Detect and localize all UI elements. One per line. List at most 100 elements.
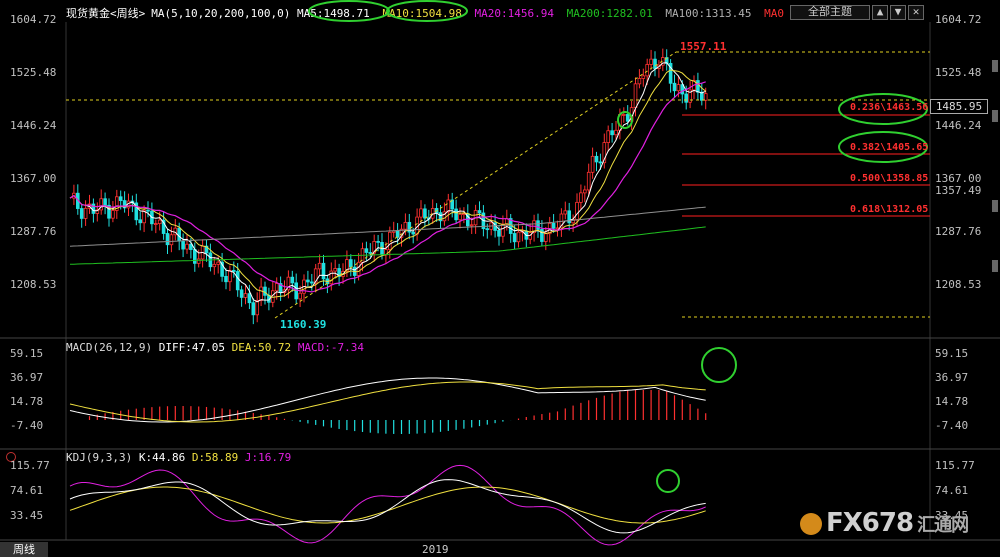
candle-body: [606, 130, 610, 144]
macd-axis-label: 59.15: [10, 347, 44, 360]
macd-axis-label: -7.40: [935, 419, 969, 432]
chart-canvas[interactable]: [0, 0, 1000, 557]
candle-body: [153, 223, 158, 225]
fib-label-0500: 0.500\1358.85: [850, 173, 929, 184]
candle-body: [586, 171, 591, 191]
candle-body: [649, 58, 653, 65]
current-price-box: 1485.95: [930, 99, 988, 114]
candle-body: [111, 210, 115, 219]
candle-body: [251, 302, 256, 316]
candle-body: [544, 233, 548, 242]
kdj-legend: KDJ(9,3,3) K:44.86 D:58.89 J:16.79: [66, 451, 291, 464]
candle-body: [454, 208, 458, 221]
macd-title: MACD(26,12,9): [66, 341, 153, 354]
highlight-ellipse: [656, 469, 680, 493]
macd-value: MACD:-7.34: [297, 341, 365, 354]
candle-body: [263, 286, 267, 296]
candle-body: [177, 227, 182, 242]
tab-weekly[interactable]: 周线: [0, 542, 48, 557]
candle-body: [317, 262, 322, 270]
candle-body: [376, 240, 380, 243]
candle-body: [512, 233, 517, 243]
candle-body: [590, 155, 595, 173]
candle-body: [497, 229, 501, 237]
macd-axis-label: 59.15: [935, 347, 969, 360]
macd-dea: DEA:50.72: [231, 341, 292, 354]
kdj-d: D:58.89: [191, 451, 239, 464]
candle-body: [79, 208, 84, 219]
candlestick-series: [72, 48, 708, 325]
macd-axis-label: 14.78: [935, 395, 969, 408]
candle-body: [368, 252, 373, 254]
candle-body: [419, 208, 423, 218]
candle-body: [598, 161, 603, 164]
candle-body: [356, 261, 361, 276]
candle-body: [469, 224, 474, 227]
candle-body: [423, 208, 427, 219]
candle-body: [212, 263, 217, 268]
candle-body: [298, 292, 302, 300]
candle-body: [294, 282, 298, 300]
candle-body: [641, 75, 646, 79]
ma20-line: [69, 81, 706, 293]
d-line: [69, 486, 706, 524]
fib-label-0236: 0.236\1463.56: [850, 102, 929, 113]
macd-axis-label: 14.78: [10, 395, 44, 408]
high-annotation: 1557.11: [680, 40, 727, 53]
moving-average-lines: [69, 62, 707, 303]
candle-body: [614, 129, 618, 136]
kdj-k: K:44.86: [138, 451, 186, 464]
candle-body: [610, 130, 614, 136]
diff-line: [69, 377, 706, 423]
candle-body: [146, 209, 150, 212]
candle-body: [259, 286, 263, 301]
kdj-axis-label: 33.45: [10, 509, 44, 522]
candle-body: [255, 300, 260, 316]
candle-body: [181, 240, 185, 250]
highlight-ellipse: [701, 347, 737, 383]
candle-body: [462, 213, 466, 216]
dea-line: [69, 381, 706, 423]
scroll-indicators[interactable]: [992, 60, 998, 272]
candle-body: [622, 114, 626, 116]
candle-body: [594, 155, 599, 163]
fib-label-0382: 0.382\1405.65: [850, 142, 929, 153]
candle-body: [185, 243, 189, 250]
candle-body: [231, 269, 236, 272]
candle-body: [192, 249, 197, 264]
candle-body: [633, 83, 638, 109]
candle-body: [696, 80, 700, 93]
logo-mark-icon: [800, 512, 822, 535]
kdj-axis-label: 115.77: [935, 459, 975, 472]
macd-legend: MACD(26,12,9) DIFF:47.05 DEA:50.72 MACD:…: [66, 341, 364, 354]
kdj-axis-label: 115.77: [10, 459, 50, 472]
candle-body: [309, 281, 314, 284]
candle-body: [306, 279, 310, 283]
candle-body: [563, 210, 568, 215]
candle-body: [703, 93, 708, 101]
ma10-line: [69, 69, 707, 298]
fibonacci-levels: [66, 51, 930, 319]
macd-axis-label: 36.97: [935, 371, 969, 384]
macd-axis-label: -7.40: [10, 419, 44, 432]
candle-body: [653, 58, 657, 69]
macd-axis-label: 36.97: [10, 371, 44, 384]
macd-diff: DIFF:47.05: [158, 341, 225, 354]
candle-body: [290, 276, 295, 284]
candle-body: [333, 268, 337, 272]
candle-body: [169, 234, 174, 246]
brand-logo: FX678 汇通网: [800, 508, 969, 538]
candle-body: [516, 231, 521, 243]
candle-body: [118, 196, 123, 201]
candle-body: [551, 222, 556, 229]
candle-body: [224, 275, 228, 283]
ma5-line: [69, 62, 706, 303]
candle-body: [625, 114, 630, 122]
candle-body: [216, 261, 221, 265]
candle-body: [157, 219, 162, 224]
trend-line: [274, 51, 677, 319]
candle-body: [274, 283, 279, 292]
candle-body: [239, 289, 244, 298]
low-annotation: 1160.39: [280, 318, 327, 331]
candle-body: [637, 78, 642, 85]
